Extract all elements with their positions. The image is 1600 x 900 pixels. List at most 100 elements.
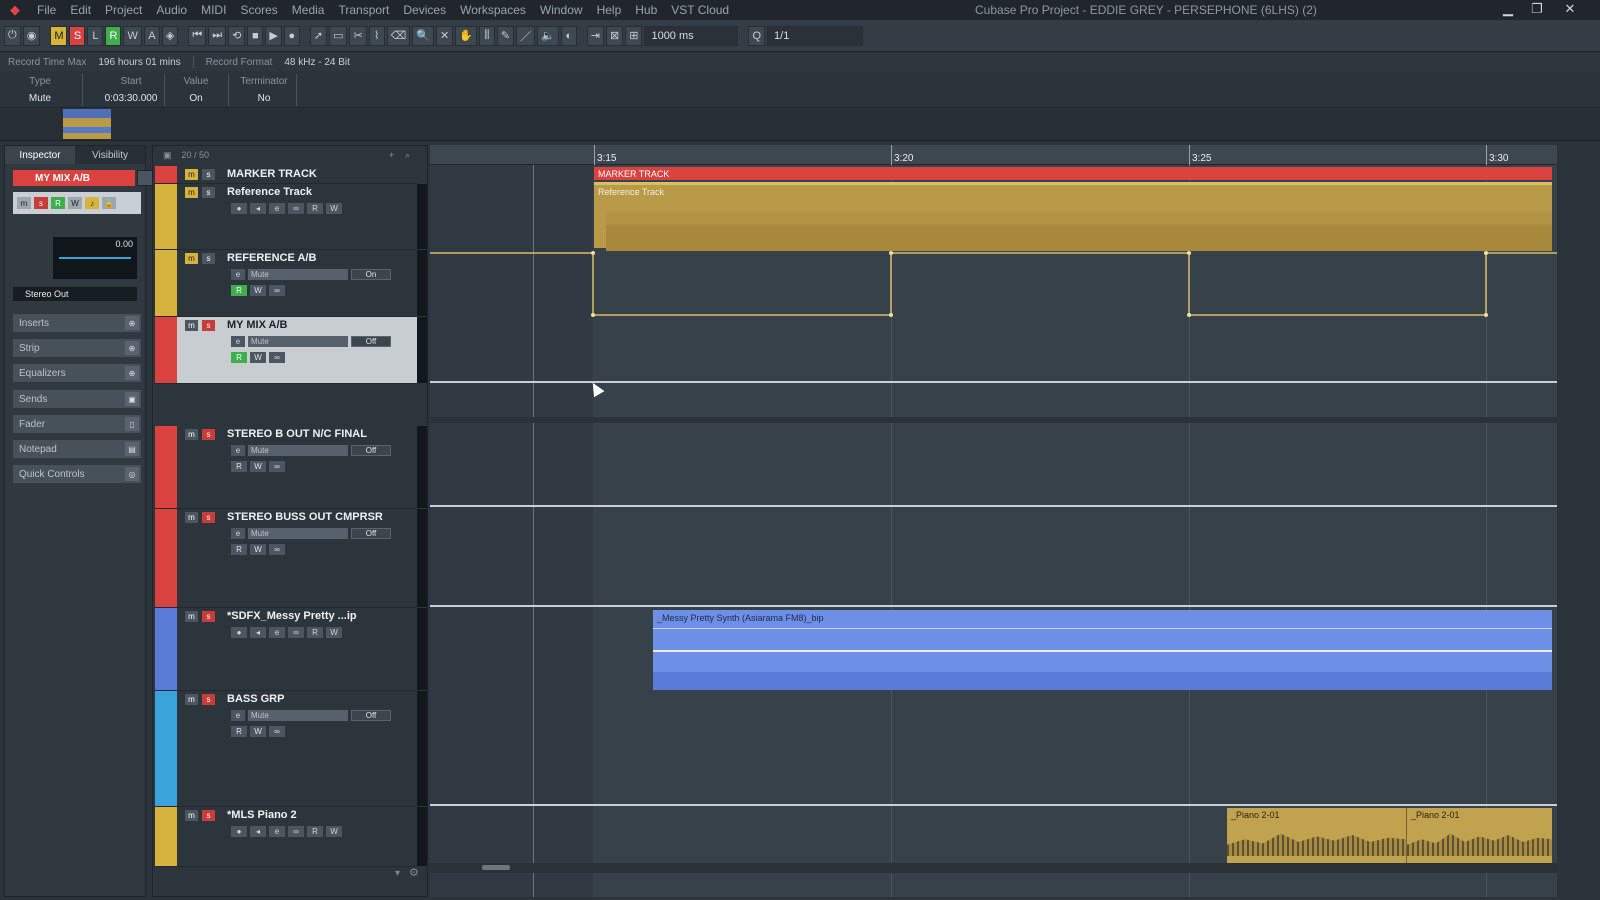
read-icon[interactable]: R — [307, 627, 323, 638]
edit-icon[interactable]: e — [269, 203, 285, 214]
overview-thumbnail[interactable] — [63, 109, 111, 139]
link-icon[interactable]: ∞ — [269, 544, 285, 555]
parameter-name[interactable]: Mute — [248, 269, 348, 280]
write-icon[interactable]: W — [250, 544, 266, 555]
mute-icon[interactable]: m — [185, 512, 198, 523]
split-tool-icon[interactable]: ✂ — [349, 25, 367, 46]
record-enable-icon[interactable]: ● — [231, 627, 247, 638]
freeze-icon[interactable]: ∞ — [288, 627, 304, 638]
piano-audio-event-1[interactable]: _Piano 2-01 — [1227, 808, 1406, 864]
solo-icon[interactable]: s — [202, 429, 215, 440]
parameter-value[interactable]: Off — [351, 336, 391, 347]
event-display[interactable]: 3:15 3:20 3:25 3:30 MARKER TRACK Referen… — [430, 145, 1557, 897]
solo-mode-button[interactable]: S — [69, 25, 86, 46]
color-tool-icon[interactable]: ◐ — [560, 25, 577, 46]
write-icon[interactable]: W — [250, 285, 266, 296]
automation-line-stereo-b[interactable] — [430, 505, 1557, 507]
mute-icon[interactable]: m — [185, 694, 198, 705]
automation-line-bass-grp[interactable] — [430, 804, 1557, 806]
menu-devices[interactable]: Devices — [396, 3, 453, 17]
record-enable-icon[interactable]: ● — [231, 826, 247, 837]
snap-icon[interactable]: ⊠ — [606, 25, 624, 46]
mute-tool-icon[interactable]: ✕ — [435, 25, 454, 46]
menu-scores[interactable]: Scores — [233, 3, 284, 17]
event-terminator-field[interactable]: Terminator No — [236, 76, 292, 104]
synth-audio-event[interactable]: _Messy Pretty Synth (Asiarama FM8)_bip — [653, 610, 1552, 690]
inserts-icon[interactable]: ⊕ — [125, 316, 139, 330]
solo-icon[interactable]: s — [202, 169, 215, 180]
parameter-name[interactable]: Mute — [248, 445, 348, 456]
section-strip[interactable]: Strip ⊕ — [13, 339, 141, 357]
track-reference[interactable]: ms Reference Track ● ◂ e ∞ R W — [155, 184, 427, 250]
record-enable-icon[interactable]: ● — [231, 203, 247, 214]
track-reference-ab[interactable]: ms REFERENCE A/B e Mute On R W ∞ — [155, 250, 427, 317]
find-track-icon[interactable]: ⌕ — [405, 150, 410, 161]
parameter-name[interactable]: Mute — [248, 710, 348, 721]
track-stereo-buss-out[interactable]: ms STEREO BUSS OUT CMPRSR e Mute Off R W ∞ — [155, 509, 427, 608]
track-list-scroll-icon[interactable]: ▾ — [395, 868, 400, 879]
solo-icon[interactable]: s — [202, 512, 215, 523]
vertical-scrollbar[interactable] — [1557, 145, 1569, 897]
track-stereo-b-out[interactable]: ms STEREO B OUT N/C FINAL e Mute Off R W ∞ — [155, 426, 427, 509]
edit-channel-icon[interactable] — [137, 170, 153, 186]
parameter-icon[interactable]: e — [231, 445, 245, 456]
read-icon[interactable]: R — [307, 203, 323, 214]
timeline-ruler[interactable]: 3:15 3:20 3:25 3:30 — [430, 145, 1557, 165]
auto-scroll-icon[interactable]: ⇥ — [586, 25, 605, 46]
automation-point[interactable] — [1187, 251, 1191, 255]
cubase-logo-icon[interactable]: ◆ — [0, 0, 30, 20]
link-icon[interactable]: ∞ — [269, 352, 285, 363]
solo-icon[interactable]: s — [202, 694, 215, 705]
mute-icon[interactable]: m — [17, 197, 31, 209]
track-marker[interactable]: ms MARKER TRACK — [155, 166, 417, 184]
write-icon[interactable]: W — [250, 461, 266, 472]
track-sdfx-messy-pretty[interactable]: ms *SDFX_Messy Pretty ...ip ● ◂ e ∞ R W — [155, 608, 427, 691]
sends-icon[interactable]: ▣ — [125, 392, 139, 406]
track-my-mix-ab[interactable]: ms MY MIX A/B e Mute Off R W ∞ — [155, 317, 427, 384]
section-quick-controls[interactable]: Quick Controls ◎ — [13, 465, 141, 483]
draw-tool-icon[interactable]: ✎ — [496, 25, 515, 46]
equalizers-icon[interactable]: ⊕ — [125, 366, 139, 380]
event-type-field[interactable]: Type Mute — [20, 76, 60, 104]
link-icon[interactable]: ∞ — [269, 285, 285, 296]
zoom-tool-icon[interactable]: 🔍 — [412, 25, 434, 46]
section-fader[interactable]: Fader ▯ — [13, 415, 141, 433]
parameter-name[interactable]: Mute — [248, 336, 348, 347]
go-to-start-icon[interactable]: ⏮ — [188, 25, 207, 46]
monitor-icon[interactable]: ◂ — [250, 826, 266, 837]
range-tool-icon[interactable]: ▭ — [329, 25, 348, 46]
menu-audio[interactable]: Audio — [149, 3, 194, 17]
mute-icon[interactable]: m — [185, 187, 198, 198]
parameter-name[interactable]: Mute — [248, 528, 348, 539]
read-icon[interactable]: R — [231, 544, 247, 555]
mute-mode-button[interactable]: M — [50, 25, 68, 46]
reference-audio-event[interactable]: Reference Track — [594, 182, 1552, 251]
read-icon[interactable]: R — [307, 826, 323, 837]
fader-icon[interactable]: ▯ — [125, 417, 139, 431]
edit-icon[interactable]: e — [269, 627, 285, 638]
monitor-icon[interactable]: ♪ — [85, 197, 99, 209]
write-mode-button[interactable]: W — [123, 25, 142, 46]
read-icon[interactable]: R — [231, 352, 247, 363]
play-tool-icon[interactable]: 🔈 — [537, 25, 559, 46]
menu-edit[interactable]: Edit — [63, 3, 98, 17]
comp-tool-icon[interactable]: ✋ — [455, 25, 477, 46]
monitor-icon[interactable]: ◂ — [250, 627, 266, 638]
activate-project-button[interactable]: ⏻ — [4, 25, 21, 46]
glue-tool-icon[interactable]: ⌇ — [368, 25, 385, 46]
erase-tool-icon[interactable]: ⌫ — [386, 25, 411, 46]
stop-icon[interactable]: ■ — [247, 25, 264, 46]
constrain-delay-button[interactable]: ◉ — [22, 25, 41, 46]
solo-icon[interactable]: s — [202, 187, 215, 198]
marker-event[interactable]: MARKER TRACK — [594, 167, 1552, 180]
write-icon[interactable]: W — [326, 203, 342, 214]
write-icon[interactable]: W — [326, 627, 342, 638]
solo-icon[interactable]: s — [202, 253, 215, 264]
grid-icon[interactable]: ⊞ — [625, 25, 643, 46]
cycle-icon[interactable]: ⟲ — [228, 25, 246, 46]
parameter-value[interactable]: Off — [351, 710, 391, 721]
parameter-value[interactable]: Off — [351, 528, 391, 539]
menu-window[interactable]: Window — [533, 3, 590, 17]
read-mode-button[interactable]: R — [105, 25, 122, 46]
section-sends[interactable]: Sends ▣ — [13, 390, 141, 408]
